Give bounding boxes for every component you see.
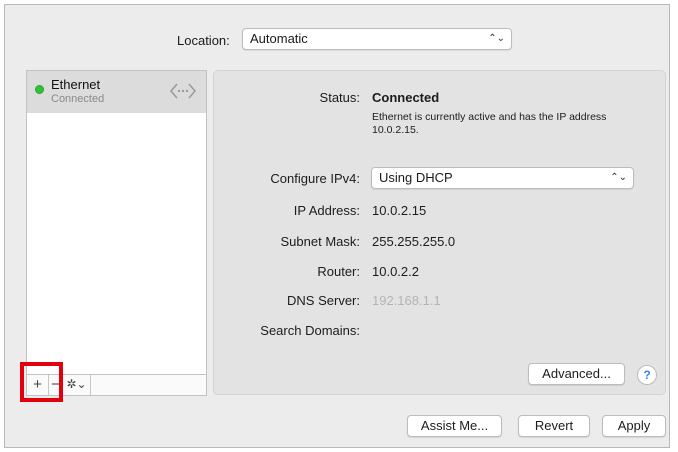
dns-server-value: 192.168.1.1	[372, 293, 441, 308]
subnet-mask-label: Subnet Mask:	[280, 234, 361, 249]
ethernet-icon	[170, 83, 196, 99]
location-popup[interactable]: Automatic ⌃⌄	[242, 28, 512, 50]
advanced-button[interactable]: Advanced...	[528, 363, 625, 385]
apply-button[interactable]: Apply	[602, 415, 666, 437]
service-name: Ethernet	[51, 77, 101, 92]
help-button[interactable]: ?	[637, 365, 657, 385]
configure-ipv4-label: Configure IPv4:	[270, 171, 360, 186]
location-label: Location:	[177, 33, 230, 48]
status-value: Connected	[372, 90, 440, 105]
subnet-mask-value: 255.255.255.0	[372, 234, 456, 249]
location-value: Automatic	[250, 31, 308, 46]
gear-menu-button[interactable]: ✲⌄	[63, 375, 91, 395]
details-panel: Status: Connected Ethernet is currently …	[213, 70, 666, 395]
highlight-annotation	[20, 362, 63, 402]
status-label: Status:	[319, 90, 360, 105]
ip-address-value: 10.0.2.15	[372, 203, 427, 218]
popup-arrows-icon: ⌃⌄	[488, 33, 505, 44]
ip-address-label: IP Address:	[293, 203, 360, 218]
popup-arrows-icon: ⌃⌄	[610, 172, 627, 183]
status-dot-icon	[35, 85, 44, 94]
search-domains-label: Search Domains:	[260, 323, 360, 338]
revert-button[interactable]: Revert	[518, 415, 590, 437]
status-description: Ethernet is currently active and has the…	[372, 111, 607, 136]
router-value: 10.0.2.2	[372, 264, 419, 279]
dns-server-label: DNS Server:	[287, 293, 360, 308]
service-status: Connected	[51, 93, 105, 105]
router-label: Router:	[317, 264, 360, 279]
assist-me-button[interactable]: Assist Me...	[407, 415, 502, 437]
configure-ipv4-value: Using DHCP	[379, 170, 453, 185]
service-item-ethernet[interactable]: Ethernet Connected	[27, 71, 206, 113]
service-list: Ethernet Connected	[26, 70, 207, 375]
configure-ipv4-popup[interactable]: Using DHCP ⌃⌄	[371, 167, 634, 189]
